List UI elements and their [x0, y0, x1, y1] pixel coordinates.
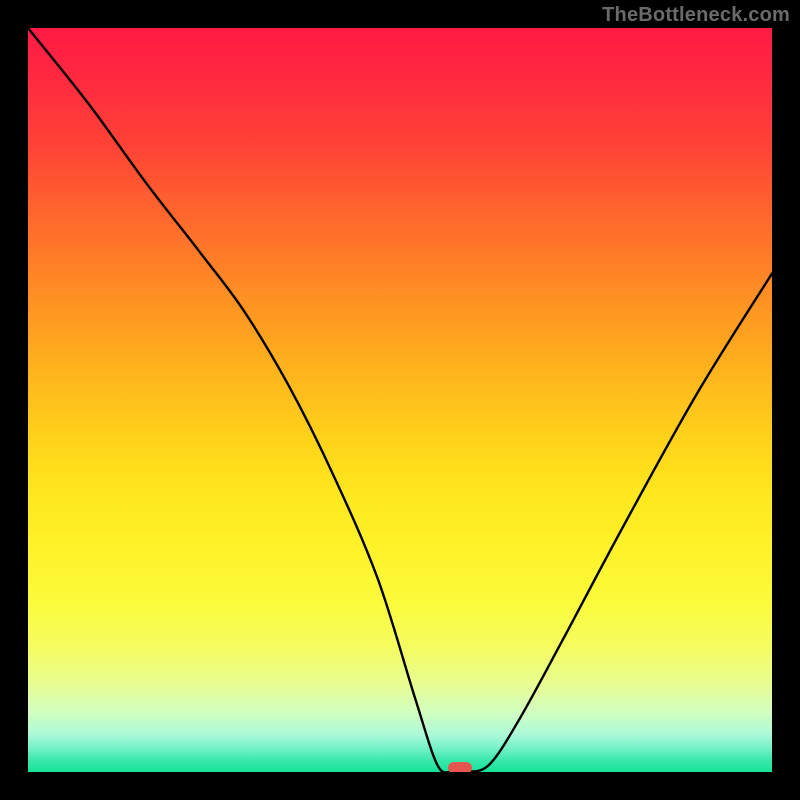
plot-area: [28, 28, 772, 772]
chart-frame: TheBottleneck.com: [0, 0, 800, 800]
watermark-label: TheBottleneck.com: [602, 4, 790, 27]
bottleneck-curve: [28, 28, 772, 772]
optimal-marker: [448, 762, 472, 772]
